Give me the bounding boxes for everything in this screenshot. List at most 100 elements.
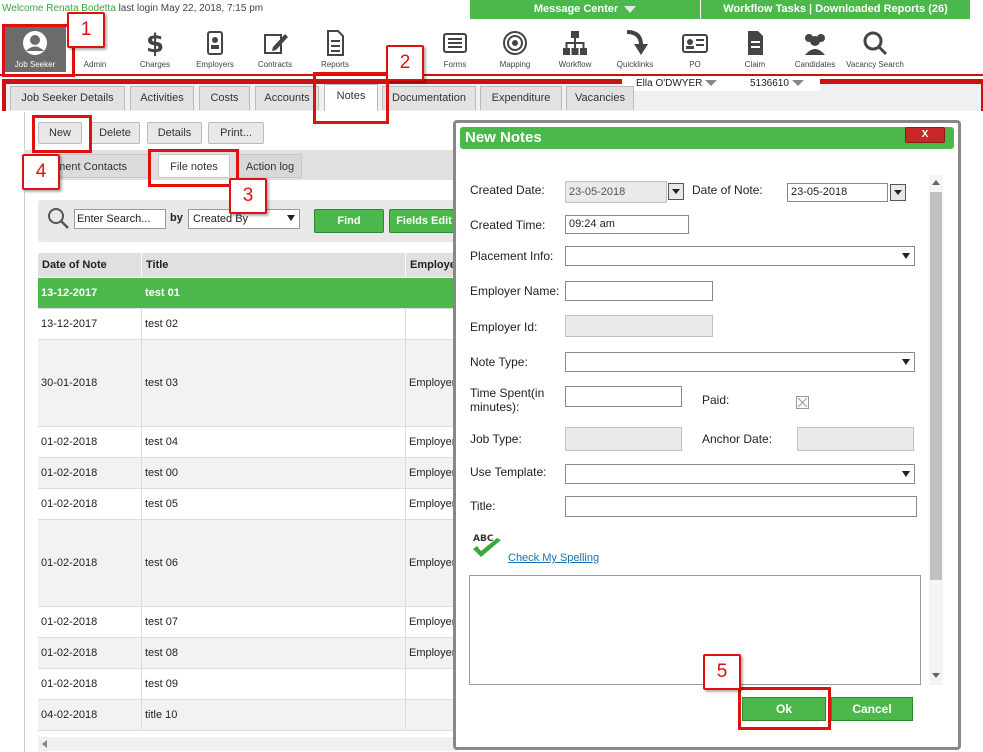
date-of-note-field[interactable]: 23-05-2018 xyxy=(787,183,888,202)
created-time-field[interactable]: 09:24 am xyxy=(565,215,689,234)
note-type-select[interactable] xyxy=(565,352,915,372)
cell-title: test 07 xyxy=(142,607,406,637)
title-label: Title: xyxy=(470,499,496,513)
find-button[interactable]: Find xyxy=(314,209,384,233)
module-job-seeker[interactable]: Job Seeker xyxy=(4,25,66,72)
cell-date: 01-02-2018 xyxy=(38,458,142,488)
created-date-picker[interactable] xyxy=(668,183,684,200)
tab-documentation[interactable]: Documentation xyxy=(382,86,476,110)
table-row[interactable]: 01-02-2018 test 00 Employer xyxy=(38,458,466,489)
column-header-date[interactable]: Date of Note xyxy=(38,253,142,277)
search-input[interactable]: Enter Search... xyxy=(74,209,166,229)
time-spent-field[interactable] xyxy=(565,386,682,407)
note-body-textarea[interactable] xyxy=(469,575,921,685)
use-template-select[interactable] xyxy=(565,464,915,484)
module-quicklinks[interactable]: Quicklinks xyxy=(606,25,664,71)
cell-title: test 09 xyxy=(142,669,406,699)
details-button[interactable]: Details xyxy=(147,122,202,144)
placement-info-select[interactable] xyxy=(565,246,915,266)
title-field[interactable] xyxy=(565,496,917,517)
tab-activities[interactable]: Activities xyxy=(130,86,194,110)
created-date-field[interactable]: 23-05-2018 xyxy=(565,181,667,203)
table-row[interactable]: 13-12-2017 test 01 xyxy=(38,278,466,309)
date-of-note-picker[interactable] xyxy=(890,184,906,201)
id-card-icon xyxy=(682,34,708,53)
cell-date: 13-12-2017 xyxy=(38,278,142,308)
cell-title: title 10 xyxy=(142,700,406,730)
check-spelling-link[interactable]: Check My Spelling xyxy=(508,552,599,564)
tab-accounts[interactable]: Accounts xyxy=(255,86,319,110)
module-forms[interactable]: Forms xyxy=(426,25,484,71)
horizontal-scrollbar[interactable] xyxy=(38,737,458,751)
print-button[interactable]: Print... xyxy=(208,122,264,144)
subtab-file-notes[interactable]: File notes xyxy=(158,154,230,178)
paid-checkbox[interactable] xyxy=(796,396,809,409)
step-badge: 4 xyxy=(22,154,60,190)
subtab-action-log[interactable]: Action log xyxy=(238,154,302,178)
delete-button[interactable]: Delete xyxy=(90,122,140,144)
message-center-button[interactable]: Message Center xyxy=(470,0,700,19)
new-button[interactable]: New xyxy=(38,122,82,144)
tab-costs[interactable]: Costs xyxy=(199,86,250,110)
scroll-left-icon[interactable] xyxy=(42,740,47,748)
scroll-up-icon[interactable] xyxy=(932,180,940,185)
hierarchy-icon xyxy=(563,31,587,55)
dropdown-arrow-icon xyxy=(902,359,910,365)
column-header-title[interactable]: Title xyxy=(142,253,406,277)
cell-title: test 01 xyxy=(142,278,406,308)
user-id: 5136610 xyxy=(750,78,789,89)
tab-vacancies[interactable]: Vacancies xyxy=(566,86,634,110)
module-workflow[interactable]: Workflow xyxy=(546,25,604,71)
table-row[interactable]: 01-02-2018 test 09 xyxy=(38,669,466,700)
cell-title: test 03 xyxy=(142,340,406,426)
table-row[interactable]: 13-12-2017 test 02 xyxy=(38,309,466,340)
module-label: Vacancy Search xyxy=(846,60,904,69)
cancel-button[interactable]: Cancel xyxy=(831,697,913,721)
table-row[interactable]: 01-02-2018 test 08 Employer xyxy=(38,638,466,669)
clipboard-icon xyxy=(748,31,763,55)
target-icon xyxy=(503,31,527,55)
module-label: PO xyxy=(689,60,701,69)
dialog-scroll-thumb[interactable] xyxy=(930,192,942,580)
person-circle-icon xyxy=(23,31,47,55)
tab-job-seeker-details[interactable]: Job Seeker Details xyxy=(10,86,125,110)
module-vacancy-search[interactable]: Vacancy Search xyxy=(846,25,904,71)
table-row[interactable]: 01-02-2018 test 06 Employer xyxy=(38,520,466,607)
cell-date: 30-01-2018 xyxy=(38,340,142,426)
employer-id-field xyxy=(565,315,713,337)
search-field-value: Created By xyxy=(193,213,249,225)
module-label: Workflow xyxy=(558,60,592,69)
workflow-links[interactable]: Workflow Tasks | Downloaded Reports (26) xyxy=(700,0,970,19)
time-spent-label: Time Spent(in minutes): xyxy=(470,386,545,414)
cell-date: 04-02-2018 xyxy=(38,700,142,730)
cell-title: test 06 xyxy=(142,520,406,606)
tab-notes[interactable]: Notes xyxy=(324,84,378,111)
module-po[interactable]: PO xyxy=(666,25,724,71)
ok-button[interactable]: Ok xyxy=(742,697,826,721)
module-contracts[interactable]: Contracts xyxy=(246,25,304,71)
close-button[interactable]: X xyxy=(905,127,945,143)
note-type-label: Note Type: xyxy=(470,355,528,369)
module-charges[interactable]: $ Charges xyxy=(126,25,184,71)
table-row[interactable]: 01-02-2018 test 05 Employer xyxy=(38,489,466,520)
module-mapping[interactable]: Mapping xyxy=(486,25,544,71)
employer-name-field[interactable] xyxy=(565,281,713,301)
module-candidates[interactable]: Candidates xyxy=(786,25,844,71)
spellcheck-icon: ABC xyxy=(473,534,501,557)
module-employers[interactable]: Employers xyxy=(186,25,244,71)
user-id-dropdown[interactable]: 5136610 xyxy=(750,78,804,89)
table-row[interactable]: 01-02-2018 test 04 Employer xyxy=(38,427,466,458)
fields-edit-button[interactable]: Fields Edit xyxy=(389,209,459,233)
cell-date: 01-02-2018 xyxy=(38,489,142,519)
module-claim[interactable]: Claim xyxy=(726,25,784,71)
anchor-date-field xyxy=(797,427,914,451)
scroll-down-icon[interactable] xyxy=(932,673,940,678)
user-name-dropdown[interactable]: Ella O'DWYER xyxy=(636,78,718,89)
list-icon xyxy=(443,33,467,53)
tab-expenditure[interactable]: Expenditure xyxy=(480,86,562,110)
table-row[interactable]: 30-01-2018 test 03 Employer xyxy=(38,340,466,427)
table-row[interactable]: 04-02-2018 title 10 xyxy=(38,700,466,731)
table-row[interactable]: 01-02-2018 test 07 Employer xyxy=(38,607,466,638)
column-header-employer[interactable]: Employer xyxy=(406,253,460,277)
module-reports[interactable]: Reports xyxy=(306,25,364,71)
